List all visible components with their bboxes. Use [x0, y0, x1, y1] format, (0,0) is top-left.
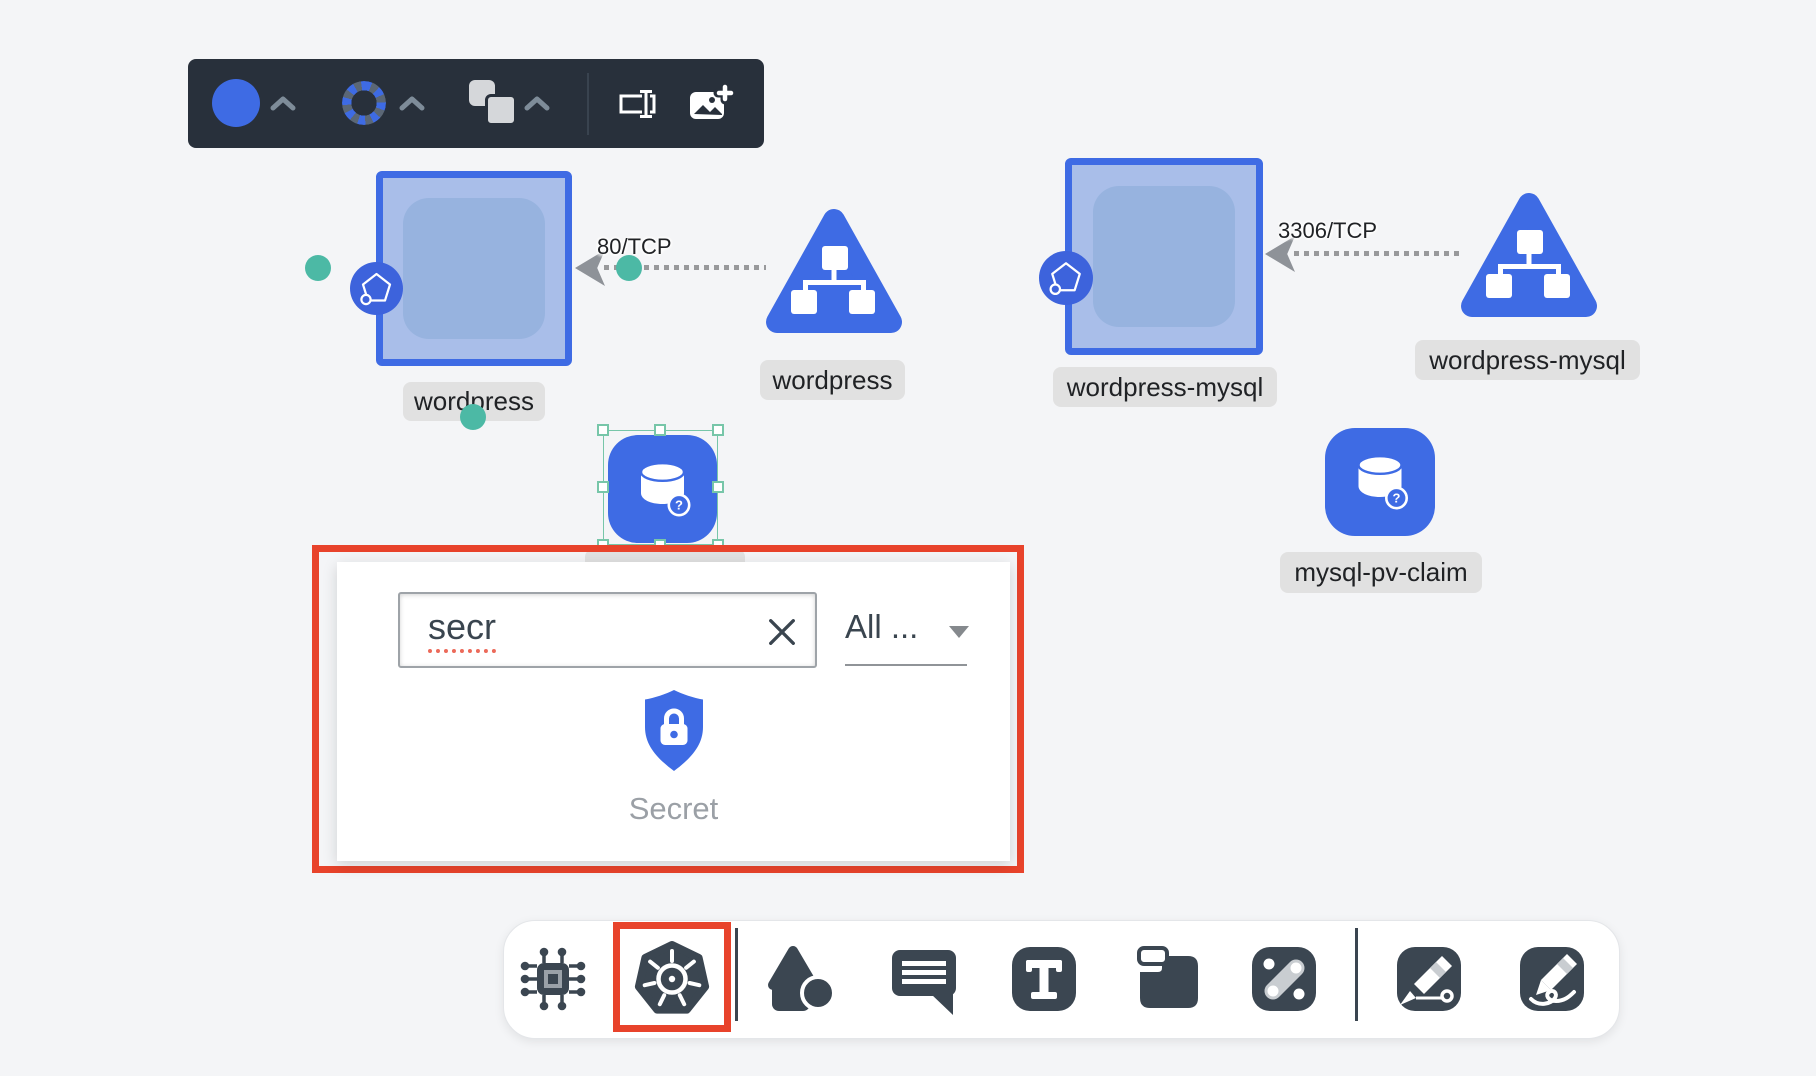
selection-handle[interactable]	[597, 424, 609, 436]
icon-search-panel: secr All ...	[337, 562, 1010, 861]
node-label-mysql-pv-claim[interactable]: mysql-pv-claim	[1280, 552, 1482, 593]
group-icon	[1132, 942, 1206, 1016]
freehand-tool-button[interactable]	[1512, 939, 1592, 1019]
diagram-canvas[interactable]: 80/TCP wordpress wordpress 3306/TCP word…	[0, 0, 1816, 1076]
type-filter-value: All ...	[845, 608, 918, 645]
add-image-button[interactable]	[688, 83, 734, 123]
pod-wordpress[interactable]	[403, 198, 545, 339]
icon-search-popup: secr All ...	[312, 545, 1024, 873]
freehand-draw-icon	[1515, 942, 1589, 1016]
persistent-volume-icon: ?	[1325, 428, 1435, 536]
selection-handle[interactable]	[712, 481, 724, 493]
service-triangle-icon	[1460, 190, 1598, 328]
pen-connector-icon	[1392, 942, 1466, 1016]
shapes-icon	[763, 943, 839, 1015]
border-style-dropdown-button[interactable]	[399, 95, 425, 111]
copy-style-dropdown-button[interactable]	[524, 95, 550, 111]
pentagon-icon	[1039, 251, 1093, 305]
chevron-up-icon	[270, 95, 296, 111]
connector-icon	[1247, 942, 1321, 1016]
secret-shield-icon	[639, 688, 709, 773]
type-filter-select[interactable]: All ...	[845, 608, 971, 666]
infrastructure-tool-button[interactable]	[513, 939, 593, 1019]
node-wordpress-deployment[interactable]	[376, 171, 572, 366]
node-label-wordpress-service[interactable]: wordpress	[760, 360, 905, 400]
toolbar-divider	[587, 73, 589, 135]
tool-dock	[503, 920, 1620, 1039]
pod-wordpress-mysql[interactable]	[1093, 186, 1235, 327]
clear-search-button[interactable]	[763, 613, 801, 651]
node-wordpress-service[interactable]	[765, 206, 903, 344]
chevron-up-icon	[524, 95, 550, 111]
dock-divider	[1355, 928, 1358, 1021]
selection-outline	[603, 430, 718, 545]
selection-handle[interactable]	[597, 481, 609, 493]
text-icon	[1007, 942, 1081, 1016]
shapes-tool-button[interactable]	[761, 939, 841, 1019]
rename-button[interactable]	[615, 89, 659, 119]
comment-icon	[887, 942, 961, 1016]
search-query-text: secr	[428, 607, 496, 653]
rename-icon	[615, 89, 659, 119]
selection-handle[interactable]	[654, 424, 666, 436]
kubernetes-icon	[634, 939, 710, 1019]
selection-handle[interactable]	[712, 424, 724, 436]
connection-handle[interactable]	[460, 404, 486, 430]
fill-color-dropdown-button[interactable]	[270, 95, 296, 111]
kubernetes-tool-button[interactable]	[632, 939, 712, 1019]
node-wordpress-mysql-deployment[interactable]	[1065, 158, 1263, 355]
node-wordpress-mysql-service[interactable]	[1460, 190, 1598, 328]
pentagon-icon	[350, 262, 403, 315]
replicaset-badge[interactable]	[1039, 251, 1093, 305]
connection-handle[interactable]	[305, 255, 331, 281]
icon-search-input[interactable]: secr	[398, 592, 817, 668]
copy-style-button[interactable]	[469, 80, 515, 124]
close-icon	[766, 616, 798, 648]
service-triangle-icon	[765, 206, 903, 344]
dock-divider	[735, 928, 738, 1021]
chevron-up-icon	[399, 95, 425, 111]
node-label-wordpress-mysql-deployment[interactable]: wordpress-mysql	[1053, 367, 1277, 407]
node-label-wordpress-mysql-service[interactable]: wordpress-mysql	[1415, 340, 1640, 380]
replicaset-badge[interactable]	[350, 262, 403, 315]
text-tool-button[interactable]	[1004, 939, 1084, 1019]
edge-port-label[interactable]: 3306/TCP	[1278, 218, 1377, 244]
border-style-ring-button[interactable]	[342, 81, 386, 125]
search-result-label: Secret	[337, 791, 1010, 827]
fill-color-swatch-button[interactable]	[212, 79, 260, 127]
comment-tool-button[interactable]	[884, 939, 964, 1019]
chevron-down-icon	[949, 626, 969, 638]
connector-tool-button[interactable]	[1244, 939, 1324, 1019]
style-toolbar	[188, 59, 764, 148]
edge-wordpress-mysql[interactable]	[1294, 251, 1462, 256]
pen-connector-tool-button[interactable]	[1389, 939, 1469, 1019]
svg-text:?: ?	[1393, 491, 1401, 506]
group-tool-button[interactable]	[1129, 939, 1209, 1019]
infrastructure-icon	[516, 942, 590, 1016]
node-mysql-pv-claim[interactable]: ?	[1325, 428, 1435, 536]
add-image-icon	[688, 83, 734, 123]
search-result-secret[interactable]: Secret	[337, 688, 1010, 827]
edge-endpoint-handle[interactable]	[616, 255, 642, 281]
